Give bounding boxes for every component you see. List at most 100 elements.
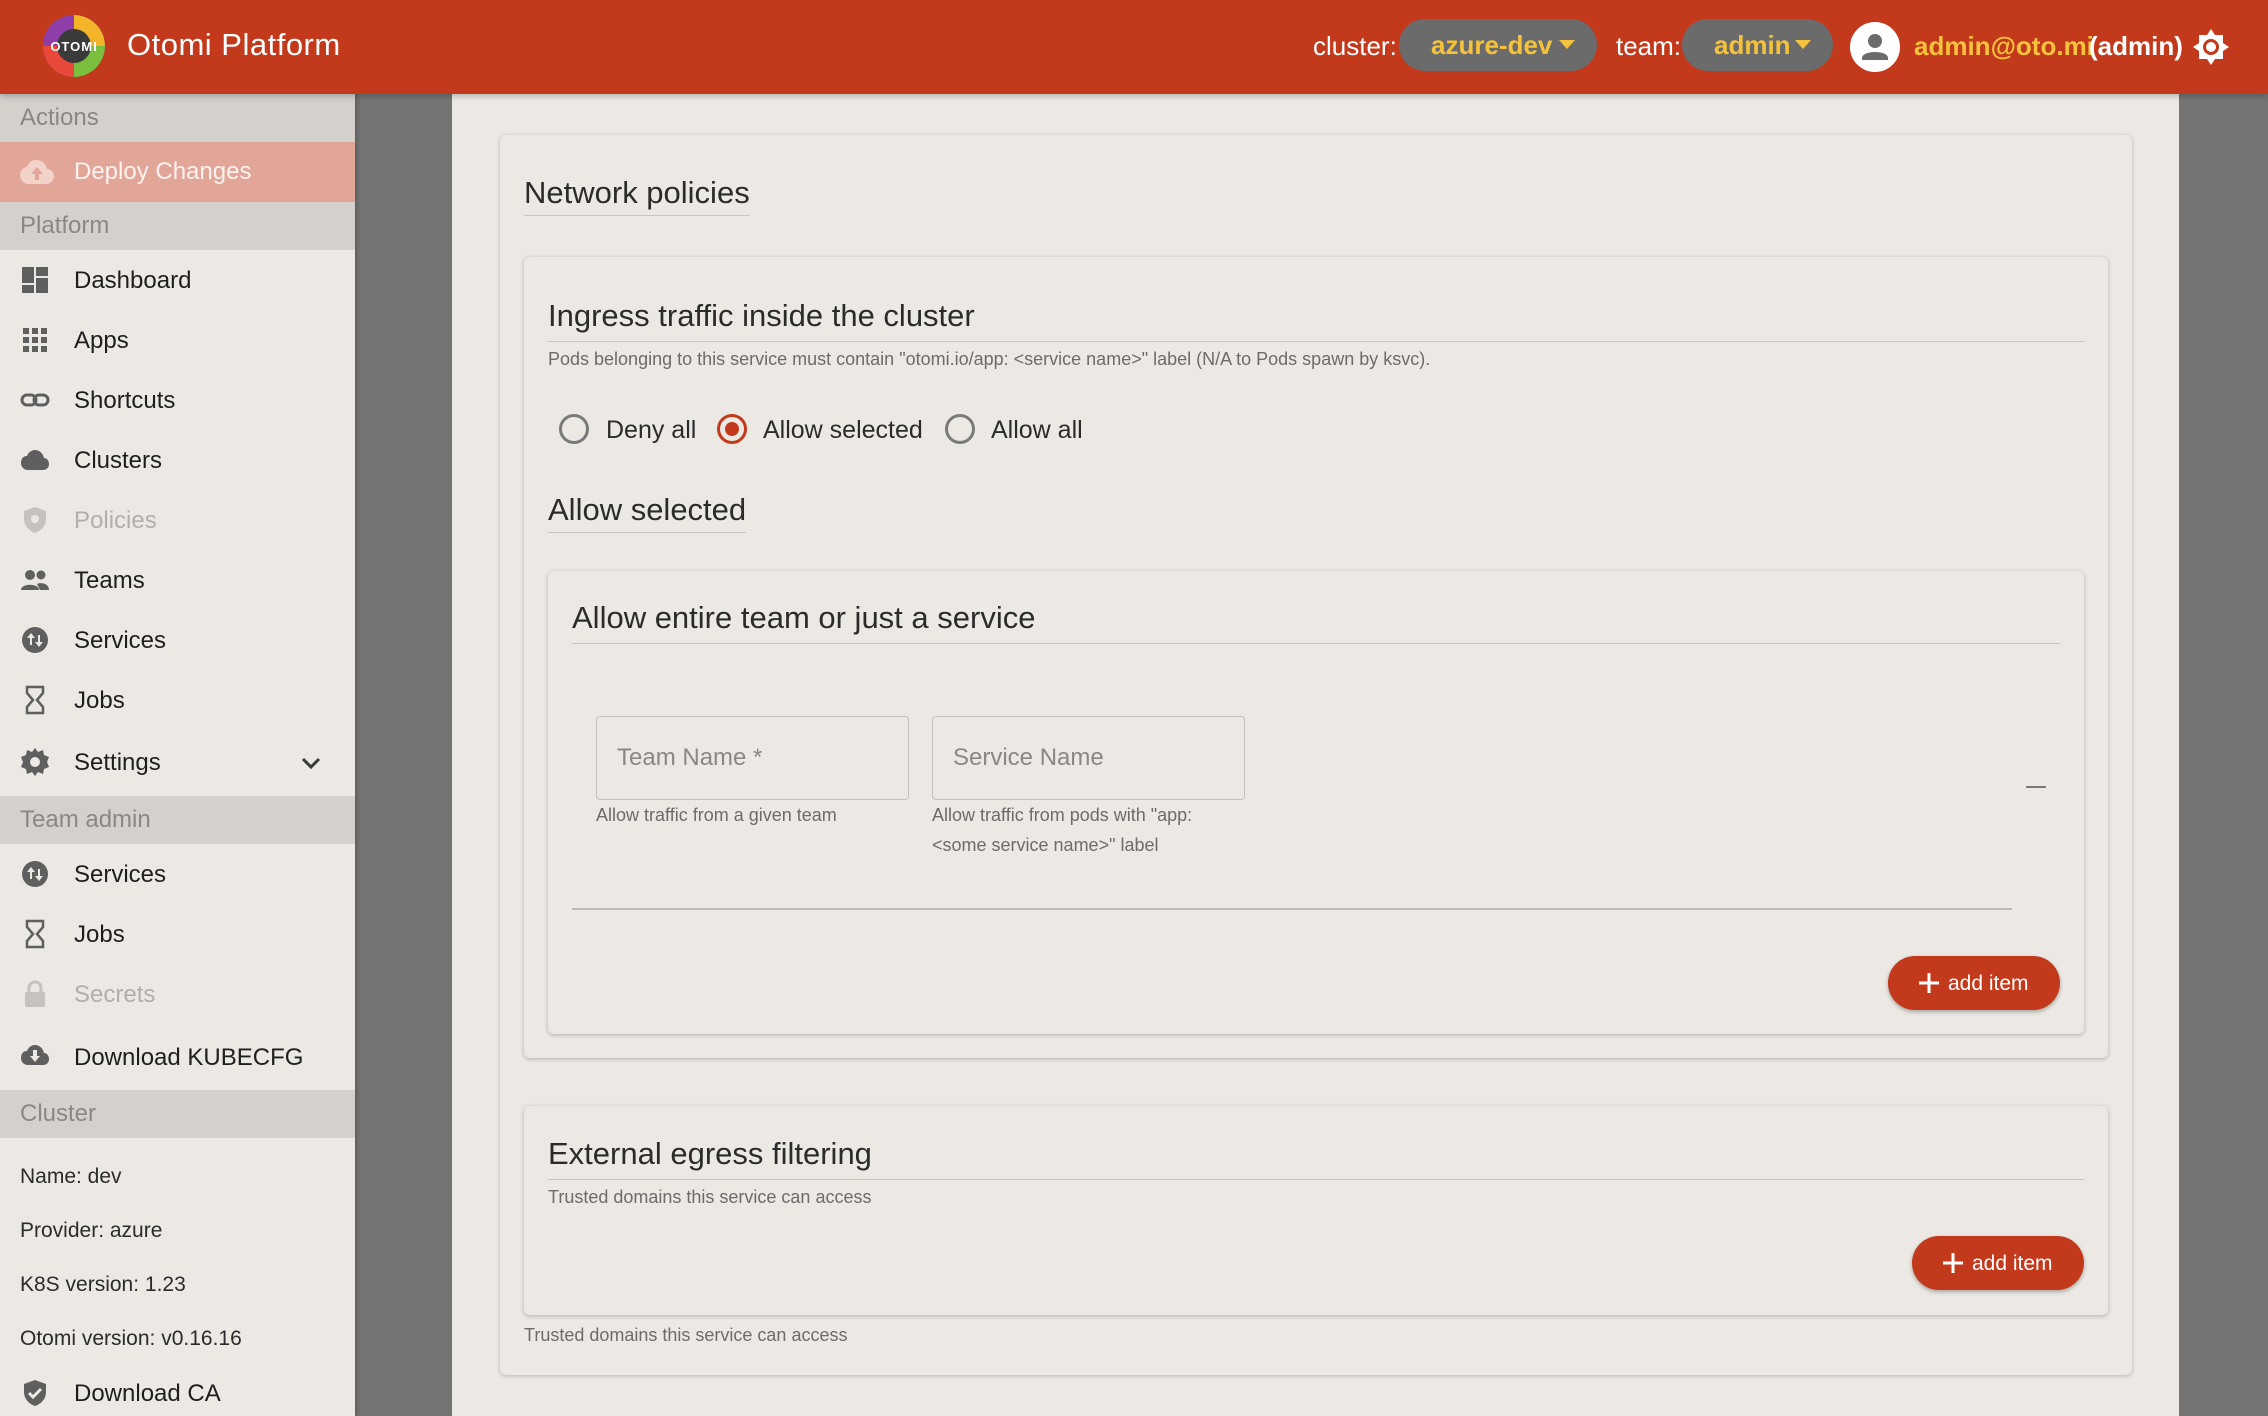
radio-label-allow-all[interactable]: Allow all: [991, 416, 1083, 445]
item-bottom-divider: [572, 908, 2012, 910]
cluster-name: Name: dev: [20, 1165, 122, 1188]
sidebar-item-teams[interactable]: Teams: [0, 550, 355, 610]
sidebar-item-label: Secrets: [74, 981, 156, 1008]
caret-down-icon: [1795, 40, 1811, 49]
sidebar-item-secrets[interactable]: Secrets: [0, 964, 355, 1024]
cluster-selector[interactable]: azure-dev: [1399, 19, 1597, 71]
team-name-placeholder: Team Name *: [617, 744, 763, 771]
team-name-help: Allow traffic from a given team: [596, 805, 837, 825]
people-icon: [21, 570, 49, 590]
add-allowed-item-button[interactable]: add item: [1888, 956, 2060, 1010]
sidebar-item-team-services[interactable]: Services: [0, 844, 355, 904]
sidebar-item-dashboard[interactable]: Dashboard: [0, 250, 355, 310]
cluster-label: cluster:: [1313, 31, 1397, 61]
radio-label-deny-all[interactable]: Deny all: [606, 416, 696, 445]
egress-footer-help: Trusted domains this service can access: [524, 1325, 848, 1345]
divider: [572, 643, 2060, 644]
top-app-bar: OTOMI Otomi Platform cluster: azure-dev …: [0, 0, 2268, 94]
sidebar-item-label: Jobs: [74, 921, 125, 948]
deploy-changes-button[interactable]: Deploy Changes: [0, 142, 355, 202]
divider: [548, 1179, 2084, 1180]
ingress-help-text: Pods belonging to this service must cont…: [548, 349, 1431, 369]
cluster-selector-value: azure-dev: [1431, 29, 1553, 60]
gear-icon: [21, 748, 49, 776]
add-egress-item-button[interactable]: add item: [1912, 1236, 2084, 1290]
sidebar-item-label: Download KUBECFG: [74, 1044, 304, 1071]
sidebar-item-services[interactable]: Services: [0, 610, 355, 670]
divider: [548, 341, 2084, 342]
sidebar-item-label: Dashboard: [74, 267, 192, 294]
sidebar-item-label: Shortcuts: [74, 387, 176, 414]
sidebar-item-label: Jobs: [74, 687, 125, 714]
plus-icon: [1943, 1253, 1963, 1273]
radio-deny-all[interactable]: [559, 414, 589, 444]
deploy-changes-label: Deploy Changes: [74, 158, 252, 185]
sidebar-header-cluster: Cluster: [0, 1090, 355, 1138]
service-name-help-line-1: Allow traffic from pods with "app:: [932, 805, 1193, 825]
radio-allow-all[interactable]: [945, 414, 975, 444]
chevron-down-icon[interactable]: [298, 750, 324, 776]
download-ca-label: Download CA: [74, 1380, 221, 1407]
sidebar-item-settings[interactable]: Settings: [0, 732, 355, 792]
team-selector[interactable]: admin: [1682, 19, 1833, 71]
cloud-icon: [21, 450, 49, 470]
sidebar-item-label: Services: [74, 861, 167, 888]
apps-grid-icon: [23, 328, 47, 352]
logo-text: OTOMI: [50, 38, 98, 54]
dashboard-icon: [22, 267, 48, 293]
sidebar-header-platform: Platform: [0, 202, 355, 250]
sidebar-item-apps[interactable]: Apps: [0, 310, 355, 370]
service-name-placeholder: Service Name: [953, 744, 1104, 771]
user-role: (admin): [2089, 31, 2183, 61]
caret-down-icon: [1559, 40, 1575, 49]
theme-toggle-icon[interactable]: [2193, 29, 2229, 65]
otomi-logo[interactable]: OTOMI: [43, 15, 105, 77]
shield-search-icon: [24, 507, 46, 533]
remove-item-icon[interactable]: [2026, 786, 2046, 788]
app-title[interactable]: Otomi Platform: [127, 27, 341, 63]
sidebar-item-download-kubecfg[interactable]: Download KUBECFG: [0, 1027, 355, 1087]
sidebar-item-jobs[interactable]: Jobs: [0, 670, 355, 730]
k8s-version: K8S version: 1.23: [20, 1273, 186, 1296]
radio-label-allow-selected[interactable]: Allow selected: [763, 416, 923, 445]
add-item-label: add item: [1972, 1252, 2053, 1275]
cloud-download-icon: [21, 1045, 49, 1065]
link-icon: [20, 393, 50, 407]
hourglass-icon: [25, 685, 45, 715]
team-name-input[interactable]: Team Name *: [596, 716, 909, 800]
sidebar-item-shortcuts[interactable]: Shortcuts: [0, 370, 355, 430]
egress-title: External egress filtering: [548, 1136, 872, 1171]
team-selector-value: admin: [1714, 29, 1791, 60]
sidebar-item-label: Teams: [74, 567, 145, 594]
allow-selected-title: Allow selected: [548, 492, 747, 533]
swap-vertical-icon: [22, 627, 48, 653]
allow-card-title: Allow entire team or just a service: [572, 600, 1036, 635]
verified-shield-icon: [24, 1380, 46, 1406]
service-name-help-line-2: <some service name>" label: [932, 835, 1159, 855]
team-label: team:: [1616, 31, 1682, 61]
egress-help-text: Trusted domains this service can access: [548, 1187, 872, 1207]
sidebar-item-team-jobs[interactable]: Jobs: [0, 904, 355, 964]
radio-allow-selected[interactable]: [717, 414, 747, 444]
avatar[interactable]: [1850, 22, 1900, 72]
sidebar-item-clusters[interactable]: Clusters: [0, 430, 355, 490]
sidebar-item-policies[interactable]: Policies: [0, 490, 355, 550]
sidebar-item-label: Settings: [74, 749, 161, 776]
hourglass-icon: [25, 919, 45, 949]
user-email[interactable]: admin@oto.mi: [1914, 31, 2094, 62]
sidebar-header-actions: Actions: [0, 94, 355, 142]
add-item-label: add item: [1948, 972, 2029, 995]
sidebar-item-label: Clusters: [74, 447, 163, 474]
sidebar-item-label: Policies: [74, 507, 157, 534]
sidebar-header-team: Team admin: [0, 796, 355, 844]
user-icon: [1862, 34, 1888, 60]
lock-icon: [25, 980, 45, 1007]
download-ca-link[interactable]: Download CA: [0, 1363, 355, 1416]
sidebar-item-label: Apps: [74, 327, 129, 354]
sidebar: Actions Deploy Changes Platform Dashboar…: [0, 94, 355, 1416]
cloud-upload-icon: [20, 160, 54, 184]
plus-icon: [1919, 973, 1939, 993]
service-name-input[interactable]: Service Name: [932, 716, 1245, 800]
cluster-provider: Provider: azure: [20, 1219, 163, 1242]
section-title: Network policies: [524, 175, 750, 216]
